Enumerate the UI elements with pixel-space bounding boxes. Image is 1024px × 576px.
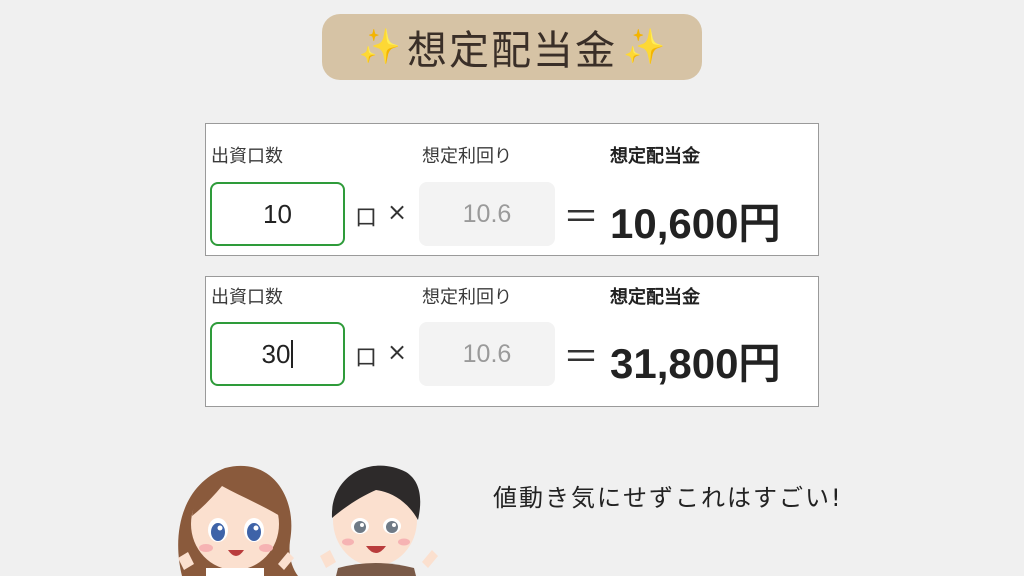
comment-text: 値動き気にせずこれはすごい! (493, 484, 843, 512)
yield-field: 10.6 (419, 182, 555, 246)
unit-suffix: 口 (355, 206, 378, 231)
yield-value: 10.6 (462, 339, 512, 368)
sparkle-icon: ✨ (358, 27, 401, 67)
yield-label: 想定利回り (422, 287, 512, 308)
equals-sign: ＝ (563, 197, 600, 238)
dividend-result: 10,600円 (610, 200, 781, 247)
character-illustration (178, 465, 438, 576)
equals-sign: ＝ (563, 337, 600, 378)
unit-suffix: 口 (355, 346, 378, 371)
units-label: 出資口数 (211, 146, 283, 167)
multiply-sign: × (387, 198, 408, 226)
dividend-label: 想定配当金 (610, 287, 700, 308)
yield-field: 10.6 (419, 322, 555, 386)
units-value: 30 (261, 338, 291, 369)
page-title: 想定配当金 (407, 28, 617, 74)
units-input[interactable]: 30 (210, 322, 345, 386)
yield-label: 想定利回り (422, 146, 512, 167)
units-input[interactable]: 10 (210, 182, 345, 246)
title-banner: ✨ 想定配当金 ✨ (322, 14, 702, 80)
dividend-calculator: 出資口数 想定利回り 想定配当金 10 口 × 10.6 ＝ 10,600円 (205, 123, 819, 256)
units-value: 10 (263, 198, 292, 229)
units-label: 出資口数 (211, 287, 283, 308)
yield-value: 10.6 (462, 199, 512, 228)
dividend-label: 想定配当金 (610, 146, 700, 167)
multiply-sign: × (387, 338, 408, 366)
sparkle-icon: ✨ (623, 27, 666, 67)
text-caret (291, 340, 294, 368)
man-character-icon (320, 465, 438, 576)
dividend-calculator: 出資口数 想定利回り 想定配当金 30 口 × 10.6 ＝ 31,800円 (205, 276, 819, 407)
woman-character-icon (178, 465, 298, 576)
dividend-result: 31,800円 (610, 340, 781, 387)
